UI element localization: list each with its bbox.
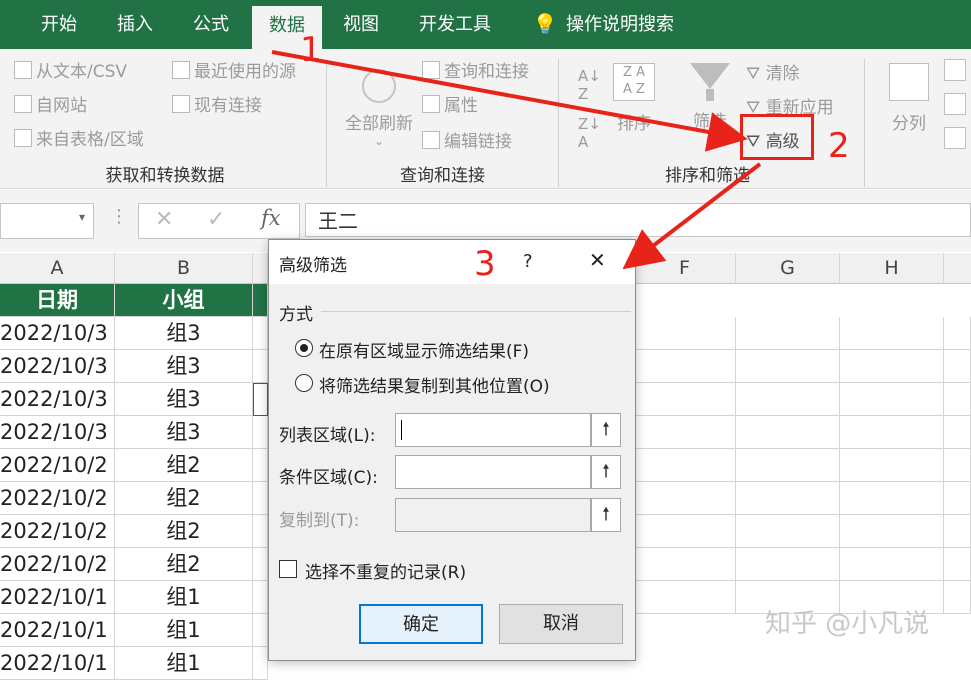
annotation-step3: 3 — [474, 244, 496, 284]
arrow-step2 — [622, 162, 762, 270]
annotation-step1: 1 — [300, 30, 322, 70]
annotation-arrows — [271, 50, 762, 270]
arrow-step1 — [271, 50, 748, 152]
watermark: 知乎 @小凡说 — [765, 609, 930, 639]
annotation-step2: 2 — [828, 126, 850, 166]
